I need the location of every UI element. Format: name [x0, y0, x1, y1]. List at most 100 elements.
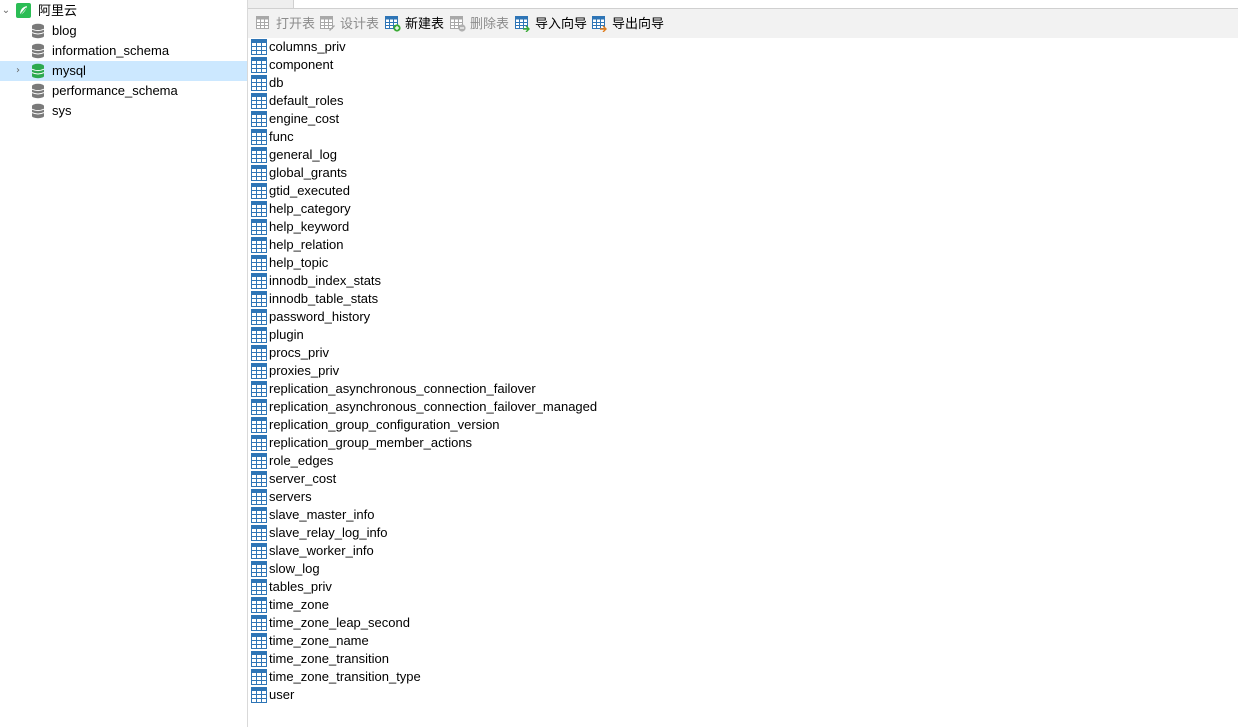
sidebar-item-label: blog	[52, 23, 77, 38]
sidebar-item-performance-schema[interactable]: performance_schema	[0, 81, 247, 101]
table-name: component	[269, 57, 334, 72]
table-icon	[251, 237, 267, 253]
table-icon	[251, 57, 267, 73]
table-icon	[251, 561, 267, 577]
table-icon	[251, 489, 267, 505]
table-icon	[251, 111, 267, 127]
table-icon	[251, 615, 267, 631]
table-name: slave_worker_info	[269, 543, 374, 558]
table-name: func	[269, 129, 294, 144]
table-name: slow_log	[269, 561, 320, 576]
table-icon	[251, 417, 267, 433]
table-icon	[251, 507, 267, 523]
table-name: innodb_index_stats	[269, 273, 382, 288]
connection-icon	[16, 3, 32, 19]
sidebar-item-label: sys	[52, 103, 72, 118]
database-icon	[31, 23, 47, 39]
table-name: user	[269, 687, 295, 702]
sidebar-item-information-schema[interactable]: information_schema	[0, 41, 247, 61]
table-icon	[251, 345, 267, 361]
table-icon	[251, 597, 267, 613]
connection-label: 阿里云	[38, 3, 78, 18]
sidebar-item-mysql[interactable]: › mysql	[0, 61, 247, 81]
table-icon	[251, 381, 267, 397]
table-name: slave_master_info	[269, 507, 375, 522]
table-icon	[251, 129, 267, 145]
table-icon	[251, 579, 267, 595]
table-icon	[251, 147, 267, 163]
table-name: gtid_executed	[269, 183, 350, 198]
navicat-window: ⌄ 阿里云 blog information_schema › mysql perfor…	[0, 0, 1238, 727]
tab-strip	[248, 0, 1238, 9]
table-name: time_zone	[269, 597, 329, 612]
table-icon	[251, 651, 267, 667]
toolbar-button-label: 打开表	[276, 16, 316, 31]
object-pane: 打开表 设计表 新建表 删除表 导入向导 导出向导 columns_priv compone…	[248, 0, 1238, 727]
toolbar-button-label: 设计表	[340, 16, 380, 31]
table-name: plugin	[269, 327, 304, 342]
sidebar-item-sys[interactable]: sys	[0, 101, 247, 121]
chevron-down-icon[interactable]: ⌄	[0, 1, 12, 21]
new-table-icon	[385, 16, 401, 32]
tree-connection-row[interactable]: ⌄ 阿里云	[0, 1, 247, 21]
table-icon	[251, 255, 267, 271]
table-name: procs_priv	[269, 345, 329, 360]
database-icon	[31, 63, 47, 79]
chevron-right-icon[interactable]: ›	[12, 61, 24, 81]
table-name: time_zone_transition_type	[269, 669, 421, 684]
table-name: replication_group_configuration_version	[269, 417, 500, 432]
table-icon	[251, 363, 267, 379]
table-icon	[251, 633, 267, 649]
table-icon	[251, 669, 267, 685]
table-icon	[251, 435, 267, 451]
table-name: role_edges	[269, 453, 334, 468]
sidebar-item-label: information_schema	[52, 43, 170, 58]
table-icon	[251, 75, 267, 91]
navigation-tree: ⌄ 阿里云 blog information_schema › mysql perfor…	[0, 0, 248, 727]
table-icon	[251, 309, 267, 325]
table-icon	[251, 687, 267, 703]
table-icon	[251, 291, 267, 307]
table-name: replication_asynchronous_connection_fail…	[269, 381, 536, 396]
table-icon	[251, 543, 267, 559]
database-icon	[31, 103, 47, 119]
table-name: proxies_priv	[269, 363, 340, 378]
table-name: password_history	[269, 309, 371, 324]
delete-table-icon	[450, 16, 466, 32]
table-icon	[251, 525, 267, 541]
table-icon	[251, 165, 267, 181]
sidebar-item-label: performance_schema	[52, 83, 178, 98]
table-name: tables_priv	[269, 579, 332, 594]
table-name: servers	[269, 489, 312, 504]
table-icon	[251, 183, 267, 199]
sidebar-item-blog[interactable]: blog	[0, 21, 247, 41]
sidebar-item-label: mysql	[52, 63, 86, 78]
table-name: default_roles	[269, 93, 344, 108]
table-icon	[251, 39, 267, 55]
toolbar-button-label: 新建表	[405, 16, 445, 31]
table-name: time_zone_transition	[269, 651, 389, 666]
object-toolbar: 打开表 设计表 新建表 删除表 导入向导 导出向导	[248, 9, 1238, 38]
export-wizard-icon	[592, 16, 608, 33]
toolbar-button-label: 删除表	[470, 16, 510, 31]
table-name: replication_group_member_actions	[269, 435, 473, 450]
table-icon	[251, 93, 267, 109]
tab-strip-segment[interactable]	[248, 0, 294, 8]
table-name: time_zone_leap_second	[269, 615, 410, 630]
table-icon	[251, 453, 267, 469]
table-name: server_cost	[269, 471, 337, 486]
table-icon	[251, 399, 267, 415]
table-name: engine_cost	[269, 111, 340, 126]
table-name: global_grants	[269, 165, 348, 180]
open-table-icon	[256, 16, 272, 32]
table-name: innodb_table_stats	[269, 291, 379, 306]
database-icon	[31, 83, 47, 99]
table-icon	[251, 219, 267, 235]
table-name: help_relation	[269, 237, 344, 252]
table-icon	[251, 327, 267, 343]
table-icon	[251, 471, 267, 487]
toolbar-button-label: 导出向导	[612, 16, 665, 31]
table-name: columns_priv	[269, 39, 346, 54]
table-name: slave_relay_log_info	[269, 525, 388, 540]
table-name: help_topic	[269, 255, 329, 270]
